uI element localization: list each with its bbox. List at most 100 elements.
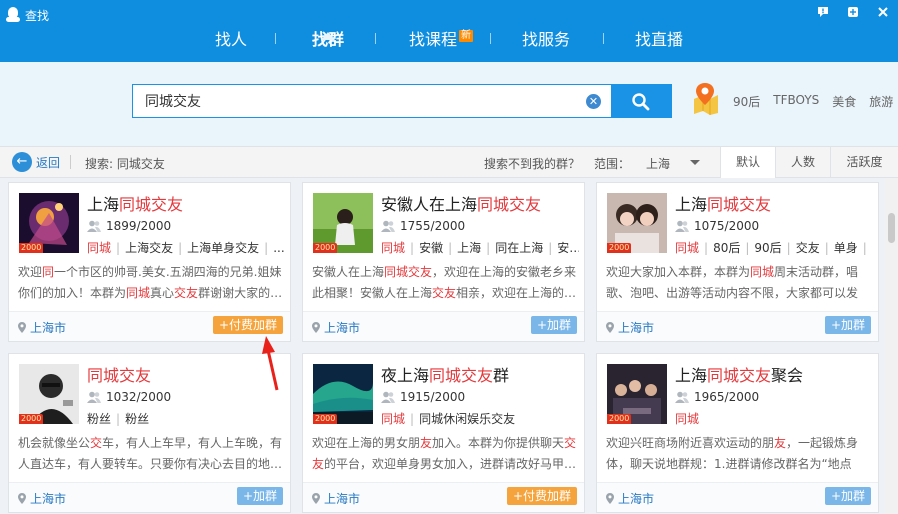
group-card[interactable]: 2000 上海同城交友聚会 1965/2000 同城 欢迎兴旺商场附近喜欢运动的…	[596, 353, 879, 513]
desc-part: 的平台，欢迎单身男女加入，进群请改好马甲…	[324, 457, 577, 471]
location-text: 上海市	[324, 492, 361, 506]
tab-find-service[interactable]: 找服务	[522, 26, 570, 50]
card-footer: 上海市 +付费加群	[9, 311, 290, 341]
group-name-part: 聚会	[771, 366, 804, 385]
group-location: 上海市	[312, 490, 360, 507]
group-location: 上海市	[18, 319, 66, 336]
range-select[interactable]: 上海	[646, 155, 706, 172]
hot-tag[interactable]: 旅游	[869, 93, 893, 110]
group-tag: 同城	[381, 241, 406, 255]
tab-find-course[interactable]: 找课程新	[409, 26, 474, 50]
members-icon	[675, 220, 689, 232]
group-avatar[interactable]: 2000	[607, 193, 667, 253]
group-tag: ...	[273, 241, 285, 255]
search-band: ✕ 90后 TFBOYS 美食 旅游	[0, 62, 898, 146]
group-tag: 上海	[457, 241, 482, 255]
card-footer: 上海市 +付费加群	[303, 482, 584, 512]
hot-tag[interactable]: 90后	[733, 93, 760, 110]
group-name[interactable]: 夜上海同城交友群	[381, 362, 509, 386]
group-tags: 同城|80后|90后|交友|单身|…	[675, 239, 873, 256]
back-button[interactable]: ← 返回	[12, 152, 60, 172]
group-tag: 安徽	[419, 241, 444, 255]
group-name[interactable]: 上海同城交友	[87, 191, 183, 215]
scroll-thumb[interactable]	[888, 213, 895, 243]
desc-part: 同城交友	[384, 265, 433, 279]
active-tab-pointer	[321, 32, 335, 40]
tag-divider: |	[862, 241, 867, 255]
group-card[interactable]: 2000 安徽人在上海同城交友 1755/2000 同城 | 安徽 | 上海 | 同在上海 |…	[302, 182, 585, 342]
location-text: 上海市	[324, 321, 361, 335]
tag-divider: |	[824, 241, 829, 255]
members-icon	[675, 391, 689, 403]
members-icon	[87, 391, 101, 403]
sort-tab-activity[interactable]: 活跃度	[830, 147, 898, 178]
level-badge: 2000	[313, 414, 338, 424]
member-count-value: 1965/2000	[694, 390, 760, 404]
search-query-info: 搜索: 同城交友	[85, 157, 165, 171]
desc-part: 欢迎	[18, 265, 43, 279]
group-avatar[interactable]: 2000	[19, 364, 79, 424]
group-tags: 同城	[675, 410, 873, 427]
desc-part: 同城	[750, 265, 775, 279]
join-group-button[interactable]: +加群	[236, 487, 283, 505]
group-tag: 同城	[675, 412, 700, 426]
group-name[interactable]: 上海同城交友聚会	[675, 362, 803, 386]
group-name[interactable]: 同城交友	[87, 362, 151, 386]
map-pin-icon[interactable]	[690, 81, 720, 115]
tag-divider: |	[486, 241, 491, 255]
hot-tag[interactable]: 美食	[832, 93, 856, 110]
member-count: 1965/2000	[675, 390, 759, 404]
join-group-button[interactable]: +加群	[824, 316, 871, 334]
tag-divider: |	[704, 241, 709, 255]
join-group-button[interactable]: +加群	[530, 316, 577, 334]
tab-find-live[interactable]: 找直播	[635, 26, 683, 50]
tag-divider: |	[410, 241, 415, 255]
paid-join-group-button[interactable]: +付费加群	[506, 487, 577, 505]
group-avatar[interactable]: 2000	[607, 364, 667, 424]
range-value: 上海	[646, 157, 671, 171]
tab-find-course-label: 找课程	[409, 30, 458, 49]
feedback-icon[interactable]	[816, 5, 832, 21]
group-description: 欢迎兴旺商场附近喜欢运动的朋友，一起锻炼身体，聊天说地群规：1.进群请修改群名为…	[606, 433, 872, 475]
cannot-find-group-link[interactable]: 搜索不到我的群？	[484, 155, 580, 172]
group-card[interactable]: 2000 同城交友 1032/2000 粉丝 | 粉丝 机会就像坐公交车，有人上车早…	[8, 353, 291, 513]
group-card[interactable]: 2000 夜上海同城交友群 1915/2000 同城 | 同城休闲娱乐交友 欢迎在上…	[302, 353, 585, 513]
tag-divider: |	[178, 241, 183, 255]
group-card[interactable]: 2000 上海同城交友 1075/2000 同城|80后|90后|交友|单身|……	[596, 182, 879, 342]
group-name-part: 同城交友	[707, 366, 772, 385]
tag-divider: |	[410, 412, 415, 426]
group-name-part: 上海	[675, 366, 708, 385]
chevron-down-icon	[690, 160, 700, 165]
group-description: 安徽人在上海同城交友，欢迎在上海的安徽老乡来此相聚！安徽人在上海交友相亲，欢迎在…	[312, 262, 578, 304]
group-name-part: 同城交友	[707, 195, 772, 214]
group-name[interactable]: 上海同城交友	[675, 191, 771, 215]
group-card[interactable]: 2000 上海同城交友 1899/2000 同城 | 上海交友 | 上海单身交友 |...…	[8, 182, 291, 342]
main-nav: 找人 找群 找课程新 找服务 找直播	[0, 22, 898, 62]
member-count-value: 1915/2000	[400, 390, 466, 404]
sort-tab-default[interactable]: 默认	[720, 147, 775, 178]
group-name-part: 群	[493, 366, 510, 385]
location-pin-icon	[606, 322, 614, 333]
paid-join-group-button[interactable]: +付费加群	[212, 316, 283, 334]
group-tag: 上海单身交友	[187, 241, 260, 255]
group-avatar[interactable]: 2000	[313, 193, 373, 253]
tab-find-people[interactable]: 找人	[215, 26, 247, 50]
group-description: 机会就像坐公交车，有人上车早，有人上车晚，有人直达车，有人要转车。只要你有决心去…	[18, 433, 284, 475]
group-avatar[interactable]: 2000	[19, 193, 79, 253]
tag-divider: |	[548, 241, 553, 255]
minimize-icon[interactable]	[846, 5, 862, 21]
title-bar: 查找 找人 找群 找课程新 找服务 找直播	[0, 0, 898, 62]
search-button[interactable]	[611, 84, 672, 118]
group-name[interactable]: 安徽人在上海同城交友	[381, 191, 541, 215]
location-pin-icon	[312, 322, 320, 333]
hot-tag[interactable]: TFBOYS	[773, 93, 819, 110]
results-scrollbar[interactable]	[885, 178, 898, 514]
clear-icon[interactable]: ✕	[586, 94, 601, 109]
join-group-button[interactable]: +加群	[824, 487, 871, 505]
sort-tab-members[interactable]: 人数	[775, 147, 830, 178]
level-badge: 2000	[313, 243, 338, 253]
search-input[interactable]	[145, 85, 575, 117]
group-avatar[interactable]: 2000	[313, 364, 373, 424]
close-icon[interactable]	[876, 5, 892, 21]
member-count: 1915/2000	[381, 390, 465, 404]
